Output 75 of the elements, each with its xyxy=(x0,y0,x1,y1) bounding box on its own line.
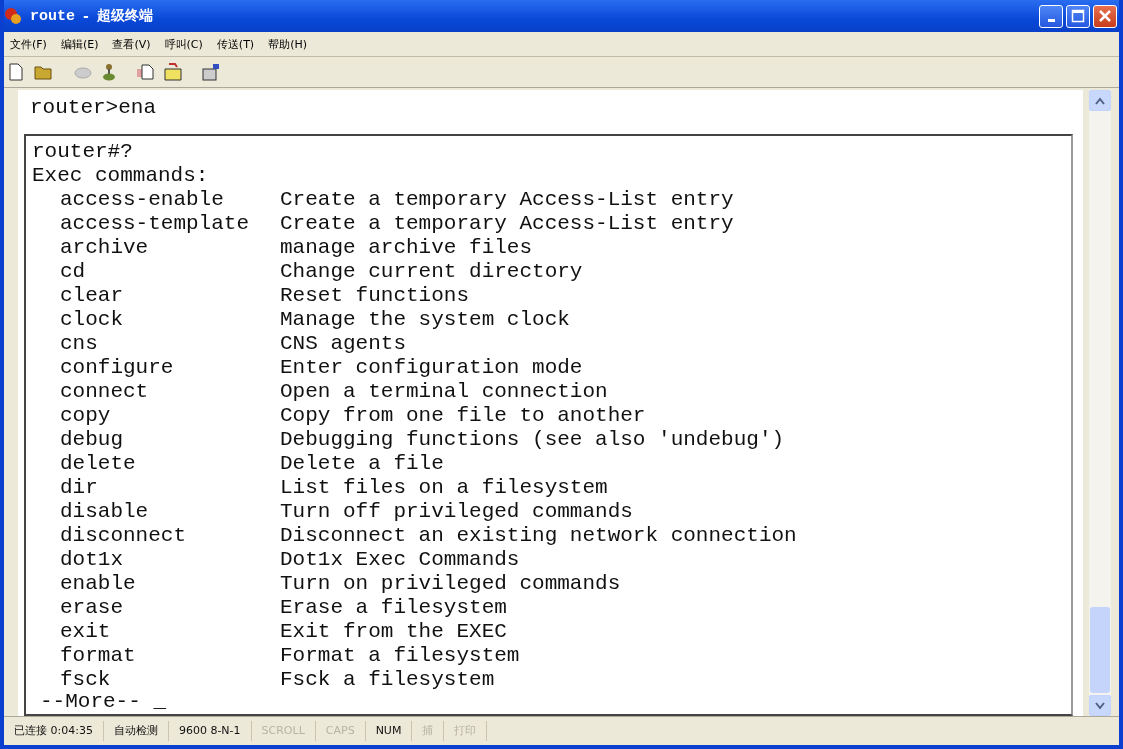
command-name: cd xyxy=(60,260,87,284)
menu-item[interactable]: 帮助(H) xyxy=(268,36,307,52)
command-description: Open a terminal connection xyxy=(280,380,608,404)
command-description: Enter configuration mode xyxy=(280,356,583,380)
menu-item[interactable]: 呼叫(C) xyxy=(164,36,203,52)
app-icon xyxy=(4,7,22,25)
command-name: dot1x xyxy=(60,548,124,572)
command-description: Manage the system clock xyxy=(280,308,570,332)
command-name: delete xyxy=(60,452,137,476)
window-title: route xyxy=(30,7,75,25)
command-description: CNS agents xyxy=(280,332,407,356)
command-description: Create a temporary Access-List entry xyxy=(280,212,734,236)
properties-icon[interactable] xyxy=(202,63,220,81)
send-file-icon[interactable] xyxy=(136,64,154,80)
command-description: Change current directory xyxy=(280,260,583,284)
terminal-line: Exec commands: xyxy=(32,164,209,188)
command-name: archive xyxy=(60,236,150,260)
terminal-line: router#? xyxy=(32,140,133,164)
status-panel: 9600 8-N-1 xyxy=(168,721,252,741)
status-panel: 自动检测 xyxy=(103,721,169,741)
command-description: Exit from the EXEC xyxy=(280,620,507,644)
status-panel: 已连接 0:04:35 xyxy=(4,721,104,741)
terminal-line: router>ena xyxy=(29,95,157,121)
command-description: Turn off privileged commands xyxy=(280,500,633,524)
minimize-icon xyxy=(1047,18,1055,22)
command-name: debug xyxy=(60,428,124,452)
command-description: Turn on privileged commands xyxy=(280,572,621,596)
status-panel: NUM xyxy=(365,721,413,741)
command-description: Create a temporary Access-List entry xyxy=(280,188,734,212)
command-name: format xyxy=(60,644,137,668)
app-name: 超级终端 xyxy=(96,7,153,25)
command-description: Fsck a filesystem xyxy=(280,668,495,692)
command-description: Copy from one file to another xyxy=(280,404,646,428)
receive-folder-icon[interactable] xyxy=(164,63,182,81)
title-separator: - xyxy=(83,8,89,24)
command-name: access-template xyxy=(60,212,251,236)
command-description: Reset functions xyxy=(280,284,470,308)
command-name: enable xyxy=(60,572,137,596)
command-name: configure xyxy=(60,356,175,380)
command-description: Erase a filesystem xyxy=(280,596,507,620)
scroll-thumb[interactable] xyxy=(1090,607,1110,693)
more-prompt: --More-- _ xyxy=(39,690,167,714)
close-button[interactable] xyxy=(1093,4,1117,28)
command-name: disable xyxy=(60,500,150,524)
scrollbar[interactable] xyxy=(1089,90,1111,716)
menu-item[interactable]: 编辑(E) xyxy=(60,36,99,52)
command-description: Format a filesystem xyxy=(280,644,520,668)
folder-icon[interactable] xyxy=(34,64,54,80)
scroll-down-button[interactable] xyxy=(1089,695,1111,716)
close-icon xyxy=(1098,9,1112,23)
command-name: disconnect xyxy=(60,524,188,548)
command-description: Debugging functions (see also 'undebug') xyxy=(280,428,785,452)
command-name: cns xyxy=(60,332,99,356)
minimize-button[interactable] xyxy=(1039,4,1063,28)
command-description: List files on a filesystem xyxy=(280,476,608,500)
command-name: dir xyxy=(60,476,99,500)
command-description: Dot1x Exec Commands xyxy=(280,548,520,572)
command-name: access-enable xyxy=(60,188,225,212)
maximize-icon xyxy=(1071,9,1085,23)
command-name: clock xyxy=(60,308,124,332)
new-file-icon[interactable] xyxy=(8,63,24,81)
command-name: connect xyxy=(60,380,150,404)
command-description: manage archive files xyxy=(280,236,533,260)
command-name: copy xyxy=(60,404,112,428)
command-name: fsck xyxy=(60,668,112,692)
command-description: Disconnect an existing network connection xyxy=(280,524,797,548)
scroll-up-button[interactable] xyxy=(1089,90,1111,111)
command-name: erase xyxy=(60,596,124,620)
maximize-button[interactable] xyxy=(1066,4,1090,28)
menu-item[interactable]: 传送(T) xyxy=(216,36,255,52)
command-description: Delete a file xyxy=(280,452,444,476)
menu-item[interactable]: 文件(F) xyxy=(10,36,47,52)
menu-item[interactable]: 查看(V) xyxy=(112,36,151,52)
command-name: exit xyxy=(60,620,112,644)
command-name: clear xyxy=(60,284,124,308)
